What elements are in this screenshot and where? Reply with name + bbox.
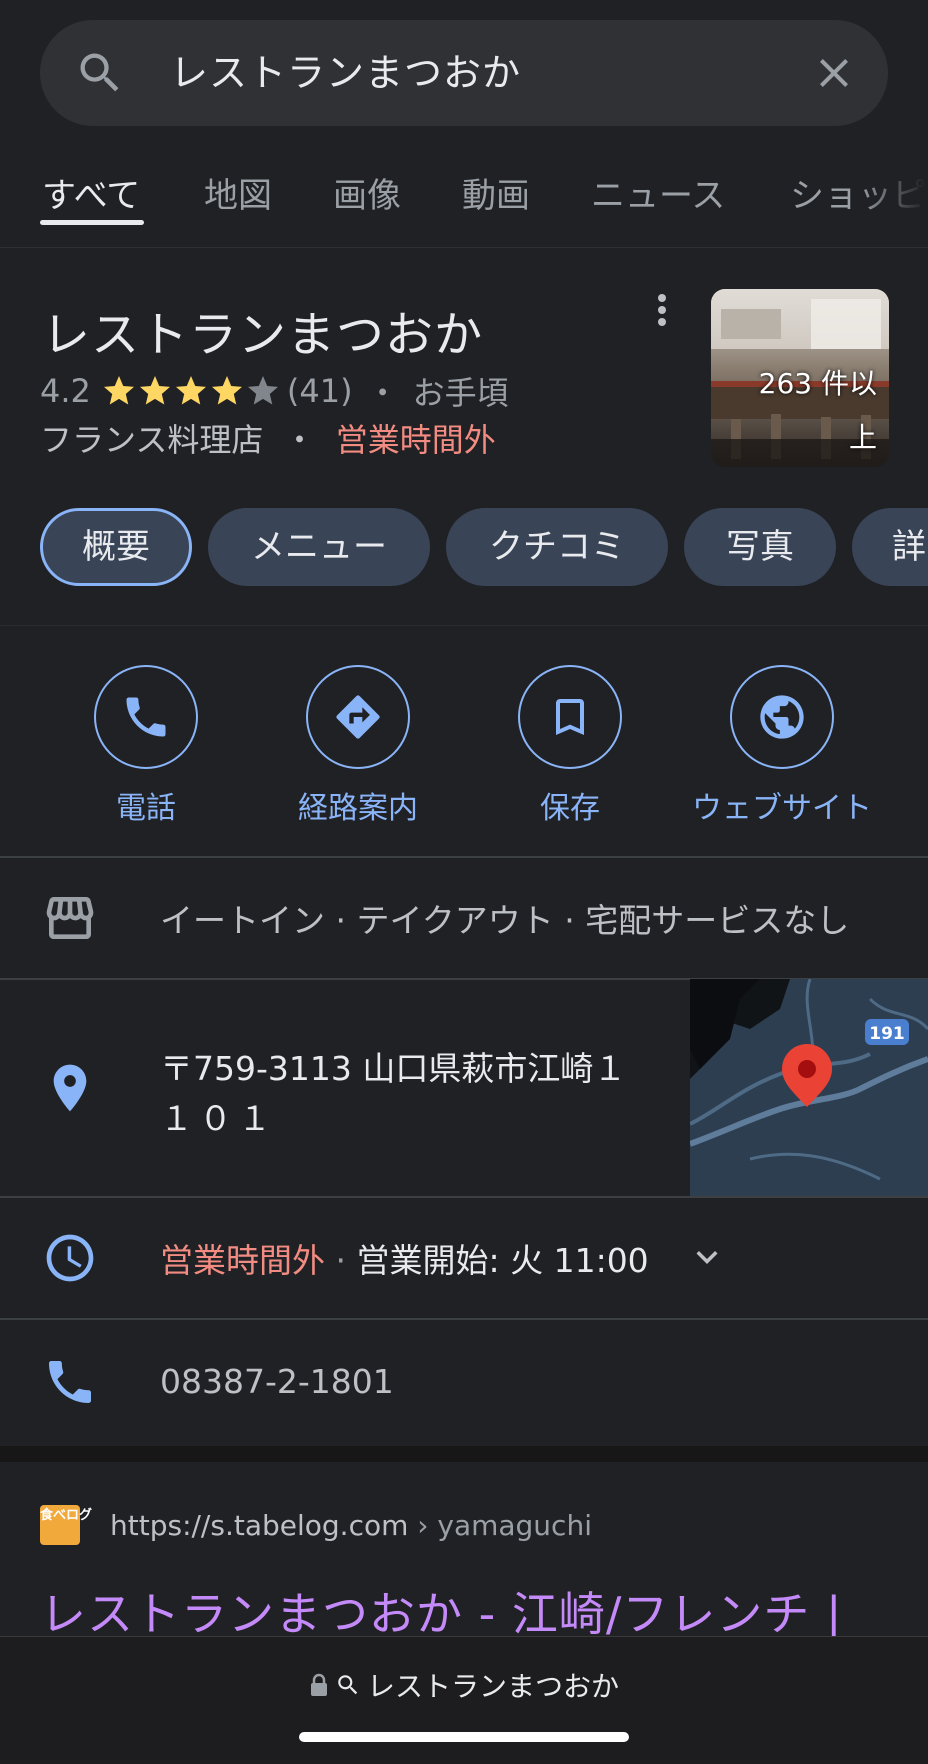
phone-row[interactable]: 08387-2-1801 xyxy=(0,1320,928,1444)
bookmark-icon xyxy=(556,699,584,735)
result-url: https://s.tabelog.com › yamaguchi xyxy=(110,1509,592,1542)
tabelog-favicon-icon: 食べログ xyxy=(40,1505,92,1545)
business-name: レストランまつおか xyxy=(42,307,484,363)
phone-icon xyxy=(126,697,166,737)
globe-icon xyxy=(760,695,804,739)
active-tab-indicator xyxy=(40,220,144,225)
price-level: お手頃 xyxy=(412,374,509,412)
chevron-down-icon[interactable] xyxy=(686,1236,728,1278)
address-line1: 〒759-3113 山口県萩市江崎１ xyxy=(160,1049,627,1088)
tab-shopping[interactable]: ショッピ xyxy=(790,168,926,217)
phone-number[interactable]: 08387-2-1801 xyxy=(160,1362,394,1401)
search-tabs: すべて 地図 画像 動画 ニュース ショッピ xyxy=(0,150,928,248)
chip-overview[interactable]: 概要 xyxy=(40,508,192,586)
tab-videos[interactable]: 動画 xyxy=(462,168,530,217)
photo-count: 263 件以上 xyxy=(758,367,877,454)
chip-reviews[interactable]: クチコミ xyxy=(446,508,668,586)
action-buttons: 電話 経路案内 保存 ウェブサイト xyxy=(0,665,928,835)
website-button[interactable]: ウェブサイト xyxy=(676,665,888,827)
tab-news[interactable]: ニュース xyxy=(591,168,725,217)
browser-address-bar[interactable]: レストランまつおか xyxy=(0,1636,928,1764)
address-bar-text: レストランまつおか xyxy=(366,1670,619,1703)
service-options-row: イートイン · テイクアウト · 宅配サービスなし xyxy=(0,858,928,978)
close-icon[interactable] xyxy=(810,49,858,97)
star-rating xyxy=(101,373,281,409)
phone-icon xyxy=(49,1361,91,1403)
home-indicator[interactable] xyxy=(299,1732,629,1742)
clock-icon xyxy=(46,1234,94,1282)
separator-dot: · xyxy=(325,1241,357,1280)
save-label: 保存 xyxy=(540,791,600,826)
hours-text: 営業時間外 · 営業開始: 火 11:00 xyxy=(160,1234,649,1282)
directions-label: 経路案内 xyxy=(298,791,418,826)
hours-status: 営業時間外 xyxy=(160,1241,325,1280)
chip-details[interactable]: 詳 xyxy=(852,508,928,586)
hours-row[interactable]: 営業時間外 · 営業開始: 火 11:00 xyxy=(0,1198,928,1318)
hours-detail: 営業開始: 火 11:00 xyxy=(356,1241,649,1280)
search-input[interactable]: レストランまつおか xyxy=(170,20,521,126)
directions-button[interactable]: 経路案内 xyxy=(252,665,464,827)
star-full-icon xyxy=(139,376,170,405)
star-full-icon xyxy=(103,376,134,405)
chip-photos[interactable]: 写真 xyxy=(684,508,836,586)
divider xyxy=(0,625,928,626)
search-icon[interactable] xyxy=(74,47,126,99)
search-icon xyxy=(338,1675,358,1695)
service-options-text: イートイン · テイクアウト · 宅配サービスなし xyxy=(160,901,850,940)
category-row: フランス料理店 ・ 営業時間外 xyxy=(40,415,496,461)
more-options-icon[interactable] xyxy=(650,290,674,330)
result-domain: https://s.tabelog.com xyxy=(110,1508,409,1542)
location-pin-icon xyxy=(53,1064,87,1112)
call-button[interactable]: 電話 xyxy=(40,665,252,827)
lock-icon xyxy=(310,1673,327,1696)
route-number: 191 xyxy=(869,1024,905,1044)
address-line2: １０１ xyxy=(160,1099,277,1138)
tab-all[interactable]: すべて xyxy=(42,168,140,217)
business-category: フランス料理店 xyxy=(40,421,264,459)
tab-images[interactable]: 画像 xyxy=(333,168,401,217)
star-empty-icon xyxy=(247,376,278,405)
review-count[interactable]: (41) xyxy=(287,372,353,410)
result-source[interactable]: 食べログ https://s.tabelog.com › yamaguchi xyxy=(40,1505,592,1545)
separator-dot: ・ xyxy=(283,421,316,459)
directions-icon xyxy=(336,695,380,739)
result-breadcrumb: › yamaguchi xyxy=(408,1508,592,1542)
open-status: 営業時間外 xyxy=(335,421,496,459)
storefront-icon xyxy=(46,897,94,939)
map-thumbnail[interactable]: 191 xyxy=(690,979,928,1196)
rating-value: 4.2 xyxy=(40,372,91,410)
section-separator xyxy=(0,1446,928,1462)
result-title-link[interactable]: レストランまつおか - 江崎/フレンチ | xyxy=(40,1578,842,1644)
star-full-icon xyxy=(175,376,206,405)
tab-maps[interactable]: 地図 xyxy=(204,168,272,217)
star-full-icon xyxy=(211,376,242,405)
map-image: 191 xyxy=(690,979,928,1196)
website-label: ウェブサイト xyxy=(692,791,872,826)
call-label: 電話 xyxy=(116,791,176,826)
separator-dot: ・ xyxy=(366,374,399,412)
rating-row: 4.2 (41) ・ お手頃 xyxy=(40,368,509,414)
save-button[interactable]: 保存 xyxy=(464,665,676,827)
search-bar[interactable]: レストランまつおか xyxy=(40,20,888,126)
chip-menu[interactable]: メニュー xyxy=(208,508,430,586)
business-photo[interactable]: 263 件以上 xyxy=(711,289,889,467)
